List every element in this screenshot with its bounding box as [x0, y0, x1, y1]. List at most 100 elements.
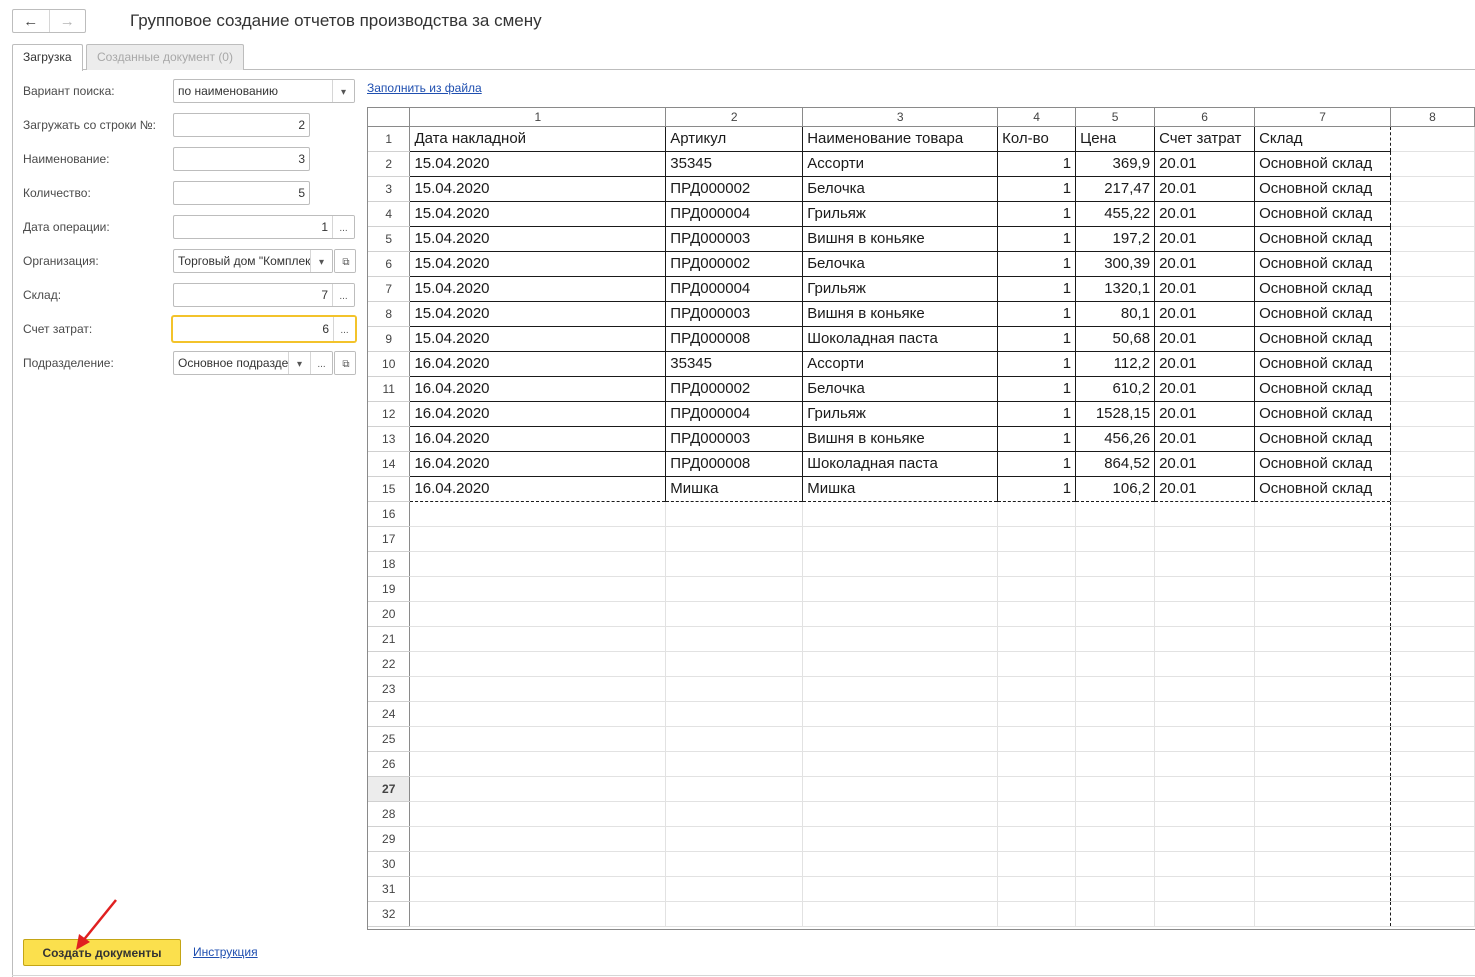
sheet-cell[interactable] [665, 676, 804, 702]
row-number[interactable]: 6 [368, 251, 411, 277]
sheet-cell[interactable]: 16.04.2020 [409, 401, 667, 427]
sheet-cell[interactable]: Мишка [802, 476, 999, 502]
sheet-cell[interactable] [1154, 576, 1256, 602]
sheet-cell[interactable]: ПРД000008 [665, 451, 804, 477]
sheet-cell[interactable] [665, 851, 804, 877]
sheet-cell[interactable] [1154, 526, 1256, 552]
spreadsheet[interactable]: 1 2 3 4 5 6 7 8 1 Дата накладной Артикул Наименован… [367, 107, 1475, 930]
sheet-cell[interactable]: 16.04.2020 [409, 376, 667, 402]
row-number[interactable]: 22 [368, 651, 411, 677]
sheet-cell[interactable]: 1 [997, 426, 1077, 452]
sheet-cell[interactable]: Основной склад [1254, 426, 1392, 452]
sheet-cell[interactable] [802, 801, 999, 827]
dropdown-icon[interactable]: ▾ [332, 80, 354, 102]
row-number[interactable]: 13 [368, 426, 411, 452]
sheet-cell[interactable] [1390, 876, 1475, 902]
sheet-cell[interactable]: 112,2 [1075, 351, 1156, 377]
cost-account-input[interactable]: 6 ... [172, 316, 356, 342]
sheet-cell[interactable] [409, 826, 667, 852]
sheet-cell[interactable] [1390, 901, 1475, 927]
sheet-cell[interactable] [665, 726, 804, 752]
sheet-cell[interactable]: 20.01 [1154, 476, 1256, 502]
department-select[interactable]: Основное подразделение ▾ ... [173, 351, 333, 375]
sheet-cell[interactable] [1254, 601, 1392, 627]
sheet-cell[interactable] [665, 701, 804, 727]
row-number[interactable]: 10 [368, 351, 411, 377]
sheet-cell[interactable] [997, 676, 1077, 702]
operation-date-input[interactable]: 1 ... [173, 215, 355, 239]
sheet-cell[interactable] [409, 551, 667, 577]
sheet-cell[interactable]: 16.04.2020 [409, 476, 667, 502]
sheet-cell[interactable] [1390, 476, 1475, 502]
sheet-cell[interactable] [802, 901, 999, 927]
sheet-cell[interactable]: Грильяж [802, 201, 999, 227]
sheet-cell[interactable] [997, 826, 1077, 852]
sheet-cell[interactable] [1075, 801, 1156, 827]
sheet-cell[interactable]: ПРД000004 [665, 201, 804, 227]
select-ellipsis-icon[interactable]: ... [332, 216, 354, 238]
sheet-cell[interactable] [1390, 801, 1475, 827]
sheet-cell[interactable]: Шоколадная паста [802, 326, 999, 352]
sheet-cell[interactable] [409, 876, 667, 902]
sheet-cell[interactable]: 197,2 [1075, 226, 1156, 252]
sheet-cell[interactable]: 20.01 [1154, 351, 1256, 377]
sheet-cell[interactable]: 20.01 [1154, 151, 1256, 177]
sheet-cell[interactable]: 15.04.2020 [409, 201, 667, 227]
sheet-cell[interactable]: 1 [997, 276, 1077, 302]
sheet-cell[interactable] [665, 626, 804, 652]
sheet-cell[interactable]: 1 [997, 226, 1077, 252]
sheet-cell[interactable]: 1 [997, 326, 1077, 352]
sheet-cell[interactable]: Вишня в коньяке [802, 226, 999, 252]
select-ellipsis-icon[interactable]: ... [333, 317, 355, 341]
sheet-cell[interactable]: Основной склад [1254, 326, 1392, 352]
sheet-cell[interactable]: 80,1 [1075, 301, 1156, 327]
sheet-cell[interactable] [1154, 601, 1256, 627]
row-number[interactable]: 29 [368, 826, 411, 852]
sheet-cell[interactable] [997, 851, 1077, 877]
sheet-cell[interactable]: 16.04.2020 [409, 451, 667, 477]
warehouse-input[interactable]: 7 ... [173, 283, 355, 307]
sheet-cell[interactable] [1254, 526, 1392, 552]
sheet-cell[interactable] [1390, 351, 1475, 377]
sheet-cell[interactable]: ПРД000004 [665, 401, 804, 427]
row-number[interactable]: 19 [368, 576, 411, 602]
row-number[interactable]: 20 [368, 601, 411, 627]
sheet-cell[interactable]: 16.04.2020 [409, 351, 667, 377]
sheet-cell[interactable] [1075, 751, 1156, 777]
sheet-cell[interactable] [665, 801, 804, 827]
sheet-cell[interactable] [409, 801, 667, 827]
sheet-cell[interactable]: 1320,1 [1075, 276, 1156, 302]
sheet-cell[interactable]: Основной склад [1254, 276, 1392, 302]
sheet-cell[interactable]: ПРД000008 [665, 326, 804, 352]
sheet-cell[interactable]: ПРД000003 [665, 226, 804, 252]
row-number[interactable]: 26 [368, 751, 411, 777]
sheet-cell[interactable] [409, 626, 667, 652]
sheet-cell[interactable] [997, 626, 1077, 652]
sheet-cell[interactable] [802, 726, 999, 752]
sheet-cell[interactable] [1154, 676, 1256, 702]
department-open-button[interactable]: ⧉ [334, 351, 356, 375]
sheet-cell[interactable]: 300,39 [1075, 251, 1156, 277]
row-number[interactable]: 25 [368, 726, 411, 752]
sheet-cell[interactable] [1390, 376, 1475, 402]
sheet-cell[interactable]: 864,52 [1075, 451, 1156, 477]
sheet-cell[interactable]: Наименование товара [802, 126, 999, 152]
sheet-cell[interactable] [409, 851, 667, 877]
sheet-cell[interactable]: Основной склад [1254, 401, 1392, 427]
sheet-cell[interactable]: Основной склад [1254, 201, 1392, 227]
sheet-cell[interactable] [409, 651, 667, 677]
sheet-cell[interactable] [1390, 776, 1475, 802]
sheet-cell[interactable]: Мишка [665, 476, 804, 502]
sheet-cell[interactable] [665, 501, 804, 527]
sheet-cell[interactable] [1075, 501, 1156, 527]
sheet-cell[interactable] [997, 701, 1077, 727]
sheet-cell[interactable]: 20.01 [1154, 451, 1256, 477]
tab-load[interactable]: Загрузка [12, 44, 83, 71]
sheet-cell[interactable] [1154, 726, 1256, 752]
sheet-cell[interactable] [1075, 576, 1156, 602]
sheet-cell[interactable]: 15.04.2020 [409, 301, 667, 327]
sheet-cell[interactable] [1075, 826, 1156, 852]
sheet-cell[interactable]: ПРД000002 [665, 176, 804, 202]
sheet-cell[interactable] [802, 651, 999, 677]
sheet-cell[interactable] [409, 676, 667, 702]
